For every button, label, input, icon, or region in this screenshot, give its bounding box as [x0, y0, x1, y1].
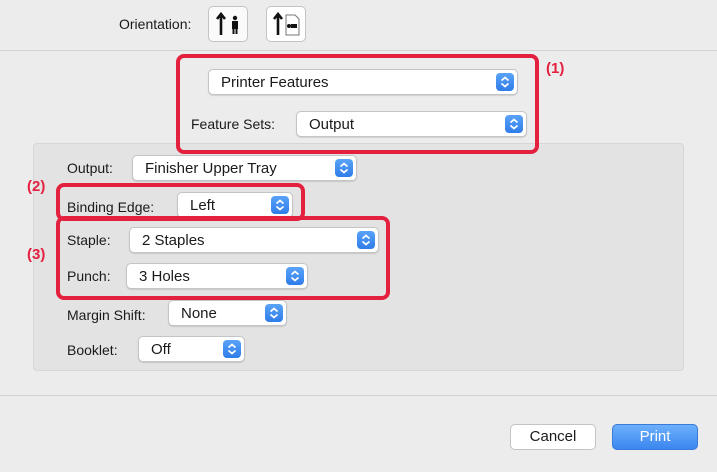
output-stepper-icon — [335, 159, 353, 177]
margin-shift-value: None — [181, 305, 217, 322]
callout-3-frame — [56, 216, 390, 300]
callout-2: (2) — [27, 178, 46, 195]
margin-shift-popup[interactable]: None — [168, 300, 287, 326]
portrait-orientation-button[interactable] — [208, 6, 248, 42]
margin-shift-label: Margin Shift: — [67, 307, 146, 323]
orientation-label: Orientation: — [119, 16, 192, 32]
booklet-stepper-icon — [223, 340, 241, 358]
booklet-label: Booklet: — [67, 342, 118, 358]
callout-1-frame — [176, 54, 539, 154]
output-popup[interactable]: Finisher Upper Tray — [132, 155, 357, 181]
output-label: Output: — [67, 160, 113, 176]
portrait-orientation-icon — [215, 11, 238, 35]
bottom-divider — [0, 395, 717, 396]
landscape-orientation-button[interactable] — [266, 6, 306, 42]
booklet-popup[interactable]: Off — [138, 336, 245, 362]
output-value: Finisher Upper Tray — [145, 160, 277, 177]
callout-3: (3) — [27, 246, 46, 263]
booklet-value: Off — [151, 341, 171, 358]
print-button[interactable]: Print — [612, 424, 698, 450]
cancel-button[interactable]: Cancel — [510, 424, 596, 450]
landscape-orientation-icon — [272, 11, 300, 36]
callout-1: (1) — [546, 60, 565, 77]
top-divider — [0, 50, 717, 51]
margin-shift-stepper-icon — [265, 304, 283, 322]
